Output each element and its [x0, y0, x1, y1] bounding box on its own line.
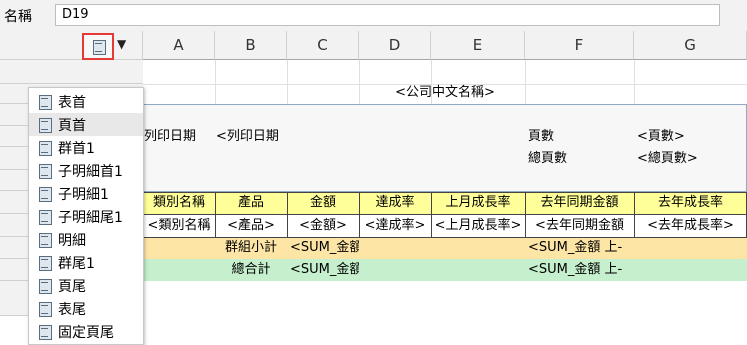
column-header-e[interactable]: E — [431, 31, 525, 60]
menu-item-group-header-1[interactable]: 群首1 — [29, 136, 143, 159]
dropdown-arrow-icon[interactable]: ▼ — [117, 37, 126, 51]
print-date-label: 列印日期 — [144, 129, 197, 144]
band-icon — [90, 39, 106, 55]
grand-total-label[interactable]: 總合計 — [215, 259, 287, 281]
band-icon — [36, 140, 52, 156]
menu-item-page-footer[interactable]: 頁尾 — [29, 274, 143, 297]
row-header[interactable] — [0, 60, 143, 84]
band-icon — [36, 186, 52, 202]
group-subtotal-label[interactable]: 群組小計 — [215, 237, 287, 259]
menu-item-detail[interactable]: 明細 — [29, 228, 143, 251]
detail-cell[interactable]: <類別名稱 — [143, 215, 215, 237]
band-icon — [36, 278, 52, 294]
name-bar: 名稱 D19 — [0, 0, 747, 31]
header-cell: 類別名稱 — [152, 195, 205, 210]
total-pages-value: <總頁數> — [637, 151, 698, 166]
name-box[interactable]: D19 — [55, 4, 720, 26]
column-header-d[interactable]: D — [359, 31, 431, 60]
detail-cell[interactable]: <金額> — [287, 215, 359, 237]
detail-cell[interactable]: <達成率> — [359, 215, 431, 237]
column-header-f[interactable]: F — [525, 31, 634, 60]
column-header-g[interactable]: G — [634, 31, 747, 60]
total-pages-label: 總頁數 — [528, 151, 568, 166]
header-cell: 上月成長率 — [445, 195, 511, 210]
pages-value: <頁數> — [637, 129, 685, 144]
header-cell: 去年同期金額 — [540, 195, 619, 210]
menu-item-subdetail-1[interactable]: 子明細1 — [29, 182, 143, 205]
band-selector-button[interactable] — [82, 33, 114, 60]
menu-item-page-header[interactable]: 頁首 — [29, 113, 143, 136]
band-icon — [36, 255, 52, 271]
detail-cell[interactable]: <去年同期金額 — [525, 215, 634, 237]
grand-total-last-year[interactable]: <SUM_金額 上- — [527, 259, 634, 281]
header-cell: 金額 — [309, 195, 336, 210]
group-subtotal-amount[interactable]: <SUM_金額 — [289, 237, 359, 259]
pages-label: 頁數 — [528, 129, 555, 144]
menu-item-report-footer[interactable]: 表尾 — [29, 297, 143, 320]
band-icon — [36, 163, 52, 179]
column-header-c[interactable]: C — [287, 31, 359, 60]
menu-item-subdetail-footer-1[interactable]: 子明細尾1 — [29, 205, 143, 228]
band-icon — [36, 301, 52, 317]
header-cell: 產品 — [237, 195, 264, 210]
menu-item-subdetail-header-1[interactable]: 子明細首1 — [29, 159, 143, 182]
band-icon — [36, 232, 52, 248]
band-icon — [36, 117, 52, 133]
band-type-menu: 表首 頁首 群首1 子明細首1 子明細1 子明細尾1 明細 群尾1 頁尾 表尾 … — [28, 87, 144, 345]
detail-cell[interactable]: <上月成長率> — [431, 215, 525, 237]
spreadsheet: ▼ A B C D E F G <公司中文名稱> 列印日期 <列印日期 頁數 <… — [0, 31, 747, 345]
print-date-value: <列印日期 — [216, 129, 279, 144]
detail-cell[interactable]: <產品> — [215, 215, 287, 237]
band-icon — [36, 324, 52, 340]
column-header-a[interactable]: A — [143, 31, 215, 60]
header-cell: 去年成長率 — [657, 195, 723, 210]
menu-item-fixed-page-footer[interactable]: 固定頁尾 — [29, 320, 143, 343]
band-icon — [36, 209, 52, 225]
detail-cell[interactable]: <去年成長率> — [634, 215, 747, 237]
header-cell: 達成率 — [375, 195, 415, 210]
report-title: <公司中文名稱> — [395, 85, 495, 100]
grand-total-amount[interactable]: <SUM_金額 — [289, 259, 359, 281]
band-icon — [36, 94, 52, 110]
column-header-b[interactable]: B — [215, 31, 287, 60]
menu-item-report-header[interactable]: 表首 — [29, 90, 143, 113]
menu-item-group-footer-1[interactable]: 群尾1 — [29, 251, 143, 274]
group-subtotal-last-year[interactable]: <SUM_金額 上- — [527, 237, 634, 259]
name-label: 名稱 — [4, 9, 32, 25]
